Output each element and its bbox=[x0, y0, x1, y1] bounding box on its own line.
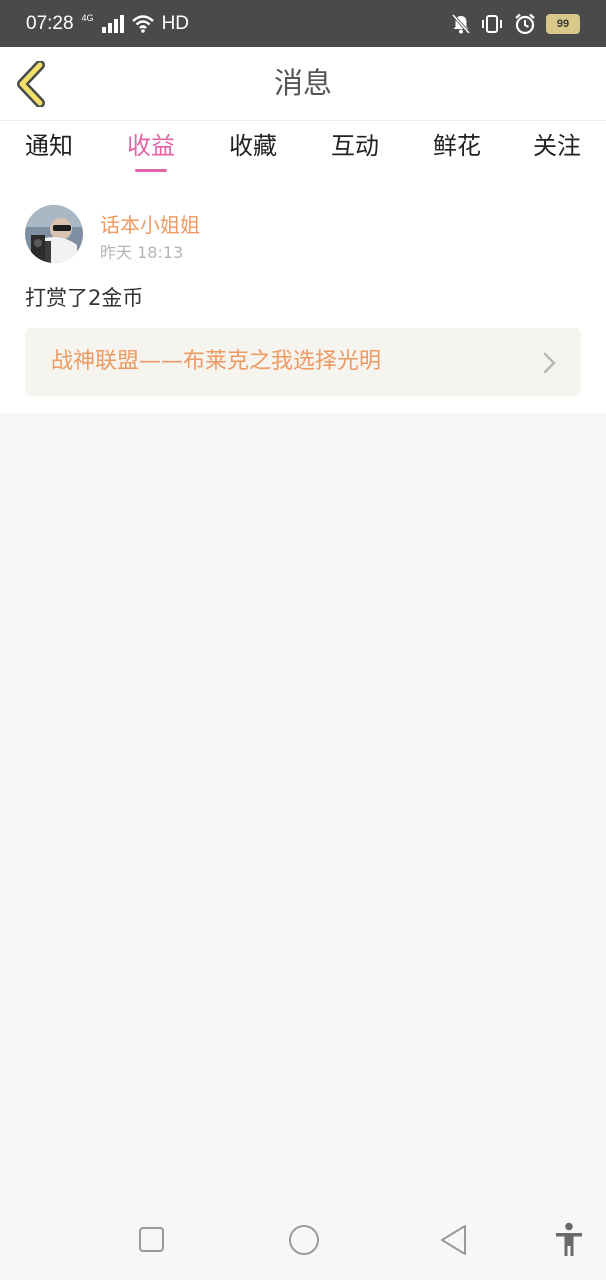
tab-label: 通知 bbox=[25, 132, 73, 160]
accessibility-icon[interactable] bbox=[554, 1222, 584, 1258]
tab-following[interactable]: 关注 bbox=[530, 121, 584, 177]
hd-indicator: HD bbox=[161, 12, 190, 34]
book-title: 战神联盟——布莱克之我选择光明 bbox=[51, 349, 382, 374]
status-left: 07:28 4G HD bbox=[26, 0, 189, 47]
system-navigation-bar bbox=[0, 1200, 606, 1280]
wifi-icon bbox=[131, 14, 154, 33]
tab-label: 互动 bbox=[331, 132, 379, 160]
page-title: 消息 bbox=[273, 66, 332, 100]
book-link-card[interactable]: 战神联盟——布莱克之我选择光明 bbox=[25, 328, 581, 396]
home-button[interactable] bbox=[286, 1222, 322, 1258]
battery-icon: 99 bbox=[546, 13, 580, 34]
network-type: 4G bbox=[81, 12, 94, 23]
tab-flowers[interactable]: 鲜花 bbox=[430, 121, 484, 177]
tab-notifications[interactable]: 通知 bbox=[22, 121, 76, 177]
alarm-icon bbox=[515, 13, 535, 34]
message-text: 打赏了2金币 bbox=[25, 286, 144, 310]
status-right: 99 bbox=[452, 0, 580, 47]
notifications-off-icon bbox=[452, 13, 470, 34]
recent-apps-button[interactable] bbox=[138, 1222, 166, 1258]
status-time: 07:28 bbox=[26, 12, 74, 34]
navigation-bar: 消息 bbox=[0, 47, 606, 121]
signal-icon bbox=[101, 14, 124, 33]
tab-label: 收益 bbox=[127, 132, 175, 160]
tab-bar: 通知 收益 收藏 互动 鲜花 关注 bbox=[0, 121, 606, 177]
user-name[interactable]: 话本小姐姐 bbox=[100, 209, 200, 238]
tab-earnings[interactable]: 收益 bbox=[124, 121, 178, 177]
chevron-right-icon bbox=[543, 352, 556, 374]
tab-label: 关注 bbox=[533, 132, 581, 160]
tab-label: 收藏 bbox=[229, 132, 277, 160]
active-tab-indicator bbox=[135, 169, 167, 172]
status-bar: 07:28 4G HD 99 bbox=[0, 0, 606, 47]
battery-level: 99 bbox=[556, 17, 570, 30]
tab-label: 鲜花 bbox=[433, 132, 481, 160]
avatar[interactable] bbox=[25, 205, 83, 263]
message-item: 话本小姐姐 昨天 18:13 打赏了2金币 战神联盟——布莱克之我选择光明 bbox=[0, 177, 606, 413]
tab-favorites[interactable]: 收藏 bbox=[226, 121, 280, 177]
tab-interactions[interactable]: 互动 bbox=[328, 121, 382, 177]
message-timestamp: 昨天 18:13 bbox=[100, 243, 184, 262]
avatar-image bbox=[25, 205, 83, 263]
vibrate-icon bbox=[482, 14, 502, 33]
back-nav-button[interactable] bbox=[438, 1222, 470, 1258]
